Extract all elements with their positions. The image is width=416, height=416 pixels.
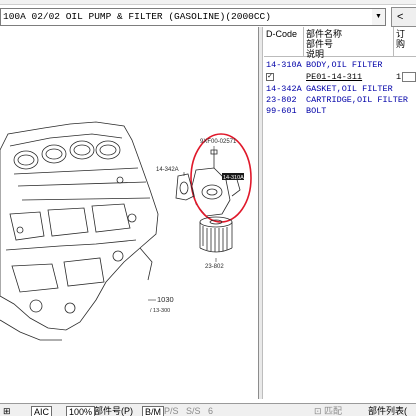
engine-block-drawing <box>0 121 159 341</box>
diagram-title-row: 100A 02/02 OIL PUMP & FILTER (GASOLINE)(… <box>0 7 416 27</box>
part-dcode: 14-310A <box>266 60 302 70</box>
part-number-link[interactable]: PE01-14-311 <box>306 72 362 83</box>
column-header-name[interactable]: 部件名称 部件号 说明 <box>304 27 394 59</box>
parts-list-tab[interactable]: 部件列表( <box>368 406 407 416</box>
select-checkbox[interactable]: ✓ <box>266 73 274 81</box>
parts-list-pane: D-Code 部件名称 部件号 说明 订 购 14-310A BODY,OIL … <box>264 27 416 399</box>
part-description: CARTRIDGE,OIL FILTER <box>306 95 409 105</box>
column-header-dcode[interactable]: D-Code <box>264 27 304 57</box>
grid-icon[interactable]: ⊞ <box>3 406 11 416</box>
parts-row-part-number[interactable]: ✓ PE01-14-311 1 <box>264 72 416 83</box>
dropdown-arrow-icon[interactable]: ▼ <box>372 8 386 26</box>
parts-row[interactable]: 14-310A BODY,OIL FILTER <box>264 60 416 71</box>
part-number-tab-label: 部件号 <box>94 406 122 416</box>
illustration-pane: 14-310A 9XF00-02571 14-342A 23-802 1030 … <box>0 27 259 399</box>
column-header-name-line1: 部件名称 <box>306 29 343 39</box>
oil-filter-body-drawing <box>191 149 241 217</box>
parts-row[interactable]: 23-802 CARTRIDGE,OIL FILTER <box>264 95 416 106</box>
diagram-title-select[interactable]: 100A 02/02 OIL PUMP & FILTER (GASOLINE)(… <box>0 8 374 26</box>
callout-ref-sub: / 13-300 <box>150 308 170 314</box>
column-header-order-line1: 订 <box>396 29 406 39</box>
zoom-level[interactable]: 100% <box>66 406 96 416</box>
part-dcode: 14-342A <box>266 84 302 94</box>
illustration-scrollbar[interactable] <box>259 27 263 399</box>
part-number-tab-key: (P) <box>121 406 134 416</box>
parts-list-tab-label: 部件列表 <box>368 406 405 416</box>
previous-diagram-button[interactable]: < <box>391 7 416 27</box>
engine-illustration: 14-310A 9XF00-02571 14-342A 23-802 1030 … <box>0 121 252 341</box>
parts-row[interactable]: 99-601 BOLT <box>264 106 416 117</box>
ss-button[interactable]: S/S <box>186 406 201 416</box>
column-header-order[interactable]: 订 购 <box>394 27 416 57</box>
callout-cartridge[interactable]: 23-802 <box>205 264 224 270</box>
part-number-tab[interactable]: 部件号(P) <box>94 406 133 416</box>
column-header-name-line2: 部件号 <box>306 39 334 49</box>
part-dcode: 99-601 <box>266 106 297 116</box>
callout-gasket[interactable]: 14-342A <box>156 167 179 173</box>
bm-button[interactable]: B/M <box>142 406 165 416</box>
callout-bolt[interactable]: 9XF00-02571 <box>200 139 237 145</box>
bottom-toolbar: ⊞ AIC 100% 部件号(P) B/M P/S S/S 6 ⊡ 匹配 部件列… <box>0 403 416 416</box>
parts-row[interactable]: 14-342A GASKET,OIL FILTER <box>264 84 416 95</box>
part-description: BODY,OIL FILTER <box>306 60 383 70</box>
part-quantity: 1 <box>396 72 402 82</box>
column-header-order-line2: 购 <box>396 39 406 49</box>
aic-button[interactable]: AIC <box>31 406 53 416</box>
callout-highlight[interactable]: 14-310A <box>223 175 244 181</box>
column-header-name-line3: 说明 <box>306 49 325 59</box>
part-description: GASKET,OIL FILTER <box>306 84 393 94</box>
ps-button[interactable]: P/S <box>164 406 179 416</box>
order-quantity-input[interactable] <box>402 72 416 82</box>
diagram-title-text: 100A 02/02 OIL PUMP & FILTER (GASOLINE)(… <box>3 11 271 22</box>
part-dcode: 23-802 <box>266 95 297 105</box>
callout-ref[interactable]: 1030 <box>157 295 174 304</box>
part-description: BOLT <box>306 106 327 116</box>
match-button[interactable]: ⊡ 匹配 <box>314 406 342 416</box>
parts-list-header: D-Code 部件名称 部件号 说明 订 购 <box>264 27 416 59</box>
window-title-bar <box>0 0 416 5</box>
next-button[interactable]: 6 <box>208 406 213 416</box>
parts-list-tab-key: ( <box>404 406 408 416</box>
